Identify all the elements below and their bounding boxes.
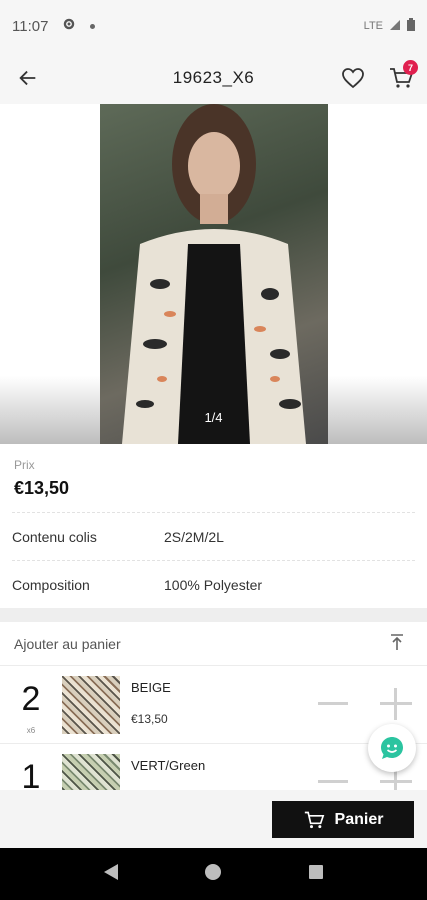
variant-name: VERT/Green (131, 758, 206, 773)
app-bar: 19623_X6 7 (0, 52, 427, 104)
product-info: Prix €13,50 Contenu colis 2S/2M/2L Compo… (0, 444, 427, 608)
price-value: €13,50 (14, 478, 70, 498)
heart-icon (342, 68, 364, 89)
signal-icon (389, 19, 401, 34)
status-time: 11:07 (12, 17, 49, 35)
detail-label: Composition (12, 576, 90, 593)
nav-back-button[interactable] (103, 863, 119, 886)
arrow-up-bar-icon (391, 634, 403, 650)
circle-home-icon (205, 863, 222, 880)
variant-quantity: 1 (21, 758, 41, 790)
detail-label: Contenu colis (12, 528, 97, 545)
variant-row: 2 x6 BEIGE €13,50 (0, 666, 427, 744)
network-type: LTE (363, 20, 383, 32)
cart-icon (304, 811, 324, 828)
notification-dot-icon (90, 23, 96, 29)
nav-recents-button[interactable] (308, 864, 324, 885)
nav-home-button[interactable] (204, 863, 222, 886)
variant-thumbnail (62, 676, 120, 734)
detail-value: 100% Polyester (164, 576, 263, 593)
add-to-cart-header: Ajouter au panier (0, 622, 427, 666)
variant-row: 1 x6 VERT/Green (0, 744, 427, 790)
cart-button[interactable]: 7 (375, 52, 427, 104)
variant-quantity: 2 (21, 680, 41, 718)
system-nav-bar (0, 848, 427, 900)
detail-value: 2S/2M/2L (164, 528, 224, 545)
decrease-quantity-button[interactable] (318, 780, 348, 783)
favorite-button[interactable] (331, 52, 375, 104)
section-divider (0, 608, 427, 622)
detail-row-composition: Composition 100% Polyester (12, 560, 415, 608)
increase-quantity-button[interactable] (380, 688, 412, 720)
product-gallery[interactable]: 1/4 (0, 104, 427, 444)
page-title: 19623_X6 (172, 68, 255, 87)
status-bar: 11:07 LTE (0, 0, 427, 52)
product-photo[interactable] (100, 104, 328, 444)
cart-count-badge: 7 (403, 60, 418, 75)
variant-name: BEIGE (131, 680, 171, 695)
chat-button[interactable] (368, 724, 416, 772)
square-recents-icon (309, 864, 324, 879)
settings-icon (62, 17, 76, 35)
back-button[interactable] (0, 52, 56, 104)
variant-thumbnail (62, 754, 120, 790)
price-label: Prix (14, 458, 35, 472)
variant-unit: x6 (26, 726, 36, 735)
battery-icon (407, 18, 415, 34)
gallery-counter: 1/4 (204, 410, 223, 425)
variant-price: €13,50 (131, 712, 168, 726)
triangle-back-icon (103, 863, 118, 880)
collapse-button[interactable] (389, 633, 405, 654)
decrease-quantity-button[interactable] (318, 702, 348, 705)
section-title: Ajouter au panier (14, 635, 121, 652)
panier-label: Panier (334, 810, 384, 828)
panier-button[interactable]: Panier (272, 801, 414, 838)
arrow-left-icon (19, 70, 36, 86)
add-to-cart-section: Ajouter au panier 2 x6 BEIGE €13,50 1 x6… (0, 622, 427, 790)
bottom-action-bar: Panier (0, 790, 427, 848)
chat-smile-icon (381, 737, 403, 759)
detail-row-package: Contenu colis 2S/2M/2L (12, 512, 415, 560)
